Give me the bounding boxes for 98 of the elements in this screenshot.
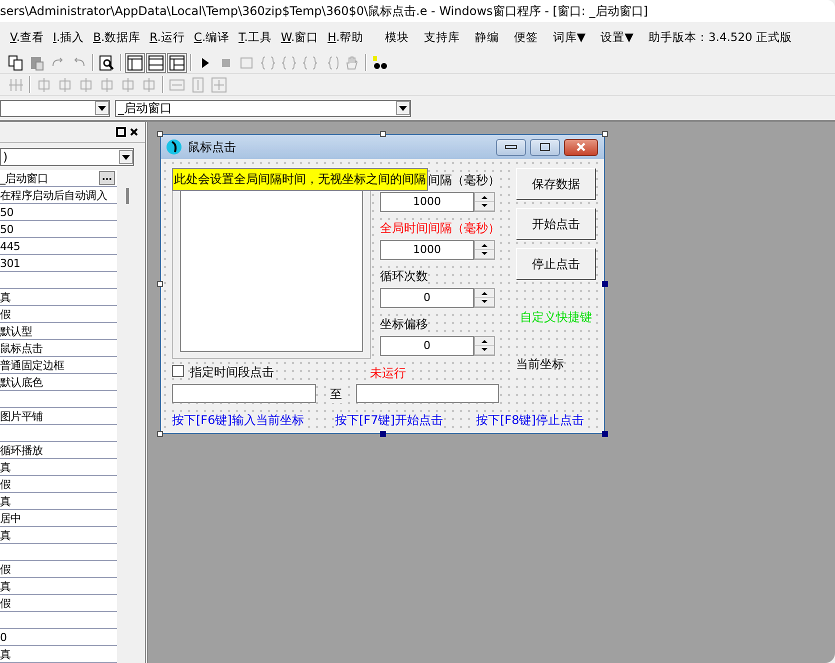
action-button[interactable]: 保存数据 [516, 168, 596, 200]
menu-item[interactable]: 词库▼ [552, 30, 586, 44]
resize-handle[interactable] [602, 431, 608, 437]
resize-handle[interactable] [380, 131, 386, 137]
property-value[interactable]: 默认底色 [0, 374, 43, 390]
to-label: 至 [330, 386, 342, 403]
hand-icon[interactable] [344, 54, 360, 70]
status-text: 未运行 [370, 365, 406, 382]
checkbox[interactable] [172, 365, 184, 377]
maximize-button[interactable] [530, 138, 560, 156]
hint-text: 按下[F8键]停止点击 [476, 412, 584, 429]
property-value[interactable]: 真 [0, 494, 11, 508]
property-value[interactable]: 假 [0, 306, 11, 322]
brace-icon[interactable] [302, 54, 318, 70]
property-value[interactable]: 0 [0, 630, 7, 644]
menu-item[interactable]: C.编译 [194, 30, 230, 44]
align-icon[interactable] [141, 76, 157, 92]
object-dropdown[interactable] [0, 100, 110, 116]
resize-handle[interactable] [157, 431, 163, 437]
property-value[interactable]: 假 [0, 596, 11, 610]
property-value[interactable]: 真 [0, 460, 11, 474]
tooltip: 此处会设置全局间隔时间，无视坐标之间的间隔 [172, 168, 428, 191]
property-value[interactable]: _启动窗口 [0, 170, 48, 186]
property-value[interactable]: 真 [0, 646, 11, 662]
width-icon[interactable] [169, 76, 185, 92]
hint-text: 按下[F7键]开始点击 [335, 412, 443, 429]
menu-item[interactable]: I.插入 [53, 30, 84, 44]
resize-handle[interactable] [602, 281, 608, 287]
menu-item[interactable]: R.运行 [150, 30, 185, 44]
paste-icon[interactable] [29, 54, 45, 70]
maximize-icon[interactable] [116, 127, 126, 137]
property-value[interactable]: 真 [0, 578, 11, 594]
property-value[interactable]: 居中 [0, 510, 22, 526]
action-button[interactable]: 开始点击 [516, 208, 596, 240]
property-value[interactable]: 50 [0, 204, 14, 220]
window-dropdown[interactable]: _启动窗口 [115, 100, 411, 116]
resize-handle[interactable] [157, 131, 163, 137]
app-icon [166, 139, 182, 155]
coords-label: 当前坐标 [516, 356, 564, 373]
action-button[interactable]: 停止点击 [516, 248, 596, 280]
property-value[interactable]: 循环播放 [0, 442, 43, 458]
property-value[interactable]: 在程序启动后自动调入 [0, 188, 108, 202]
menu-item[interactable]: T.工具 [238, 30, 272, 44]
align-icon[interactable] [99, 76, 115, 92]
resize-handle[interactable] [380, 431, 386, 437]
property-value[interactable]: 假 [0, 476, 11, 492]
resize-handle[interactable] [602, 131, 608, 137]
property-value[interactable]: 图片平铺 [0, 408, 43, 424]
property-value[interactable]: 假 [0, 562, 11, 576]
search-icon[interactable] [99, 54, 115, 70]
close-icon[interactable] [129, 127, 139, 137]
menu-item[interactable]: 支持库 [424, 30, 460, 44]
height-icon[interactable] [190, 76, 206, 92]
brace-icon[interactable] [281, 54, 297, 70]
form-title: 鼠标点击 [188, 138, 236, 156]
property-value[interactable]: 真 [0, 528, 11, 542]
menu-item[interactable]: 静编 [474, 30, 499, 44]
input-field[interactable] [356, 384, 499, 403]
align-icon[interactable] [120, 76, 136, 92]
minimize-button[interactable] [496, 138, 526, 156]
hotkey-label: 自定义快捷键 [520, 309, 592, 326]
copy-icon[interactable] [8, 54, 24, 70]
property-value[interactable]: 50 [0, 222, 14, 236]
align-icon[interactable] [78, 76, 94, 92]
menu-item[interactable]: 助手版本：3.4.520 正式版 [648, 30, 792, 44]
property-value[interactable]: 445 [0, 238, 20, 254]
menu-item[interactable]: V.查看 [10, 30, 44, 44]
menu-item[interactable]: 设置▼ [600, 30, 634, 44]
close-icon [576, 142, 586, 152]
menu-item[interactable]: B.数据库 [93, 30, 141, 44]
size-icon[interactable] [211, 76, 227, 92]
property-value[interactable]: 普通固定边框 [0, 358, 64, 372]
input-field[interactable] [172, 384, 316, 403]
property-value[interactable]: 301 [0, 256, 20, 270]
layout-icon[interactable] [169, 54, 185, 70]
hint-text: 按下[F6键]输入当前坐标 [172, 412, 304, 429]
ellipsis-icon [102, 177, 112, 181]
layout-icon[interactable] [127, 54, 143, 70]
checkbox-label: 指定时间段点击 [190, 364, 274, 381]
window-title: sers\Administrator\AppData\Local\Temp\360zip$Temp\360$0\鼠标点击.e - Windows窗口程序 - [窗口: _启动窗口] [0, 0, 835, 22]
field-label: 坐标偏移 [380, 316, 428, 333]
menu-item[interactable]: 模块 [384, 30, 409, 44]
property-value[interactable]: 鼠标点击 [0, 340, 43, 356]
align-icon[interactable] [8, 76, 24, 92]
field-label: 循环次数 [380, 268, 428, 285]
menu-item[interactable]: 便签 [514, 30, 538, 44]
align-icon[interactable] [36, 76, 52, 92]
menu-item[interactable]: W.窗口 [280, 30, 319, 44]
object-dropdown[interactable]: ) [0, 148, 134, 166]
close-button[interactable] [564, 138, 598, 156]
resize-handle[interactable] [157, 281, 163, 287]
property-value[interactable]: 默认型 [0, 324, 32, 338]
menu-item[interactable]: H.帮助 [328, 30, 364, 44]
align-icon[interactable] [57, 76, 73, 92]
brace-icon[interactable] [260, 54, 276, 70]
property-value[interactable]: 真 [0, 290, 11, 304]
layout-icon[interactable] [148, 54, 164, 70]
ellipsis-button[interactable] [99, 171, 115, 185]
